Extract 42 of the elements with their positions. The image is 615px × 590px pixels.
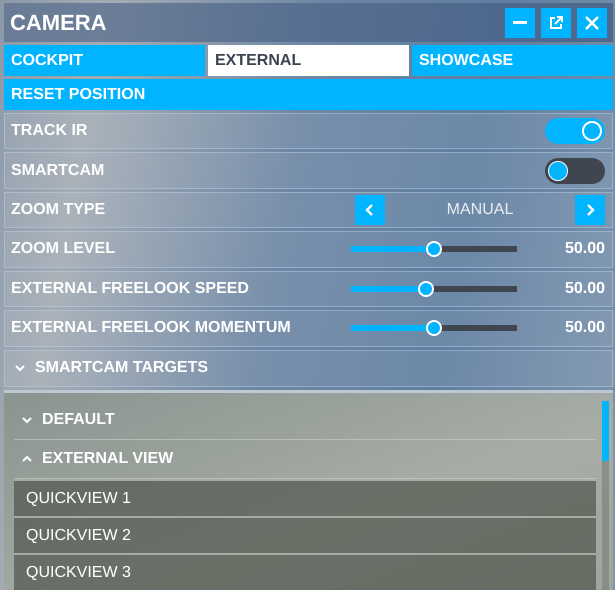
slider-thumb[interactable] [426, 320, 442, 336]
setting-label: ZOOM TYPE [11, 201, 106, 220]
chevron-icon [22, 416, 32, 424]
list-item[interactable]: QUICKVIEW 3 [14, 553, 596, 590]
list-item[interactable]: QUICKVIEW 2 [14, 516, 596, 554]
setting-label: EXTERNAL FREELOOK SPEED [11, 280, 250, 298]
setting-label: TRACK IR [11, 122, 88, 140]
close-button[interactable] [577, 8, 607, 38]
chevron-icon [15, 364, 25, 372]
setting-label: ZOOM LEVEL [11, 240, 116, 258]
pop-out-button[interactable] [541, 8, 571, 38]
slider-value: 50.00 [564, 319, 605, 338]
window-title: CAMERA [10, 10, 107, 36]
close-icon [584, 14, 600, 31]
slider-value: 50.00 [564, 280, 605, 298]
minimize-icon [513, 21, 527, 24]
setting-label: SMARTCAM [11, 162, 106, 180]
minimize-button[interactable] [505, 8, 535, 38]
setting-label: EXTERNAL FREELOOK MOMENTUM [11, 319, 292, 338]
chevron-left-icon [365, 204, 375, 216]
toggle-switch[interactable] [545, 158, 605, 184]
section-title: SMARTCAM TARGETS [35, 359, 208, 378]
next-button[interactable] [575, 195, 605, 226]
toggle-switch[interactable] [545, 118, 605, 144]
tab[interactable]: COCKPIT [4, 45, 205, 76]
tab[interactable]: EXTERNAL [208, 45, 409, 76]
group-title: EXTERNAL VIEW [42, 450, 174, 468]
slider-thumb[interactable] [426, 241, 442, 258]
scrollbar-thumb[interactable] [602, 401, 609, 462]
slider-value: 50.00 [564, 240, 605, 258]
group-header[interactable]: DEFAULT [14, 401, 596, 440]
reset-position-button[interactable]: RESET POSITION [4, 79, 613, 110]
scrollbar[interactable] [602, 401, 609, 590]
section-header[interactable]: SMARTCAM TARGETS [4, 350, 613, 388]
group-title: DEFAULT [42, 411, 115, 430]
pop-out-icon [548, 14, 564, 31]
chevron-right-icon [585, 204, 595, 216]
previous-button[interactable] [355, 195, 385, 226]
list-item[interactable]: QUICKVIEW 1 [14, 479, 596, 516]
zoom-type-value: MANUAL [446, 201, 514, 220]
tab[interactable]: SHOWCASE [412, 45, 613, 76]
chevron-icon [22, 455, 32, 464]
